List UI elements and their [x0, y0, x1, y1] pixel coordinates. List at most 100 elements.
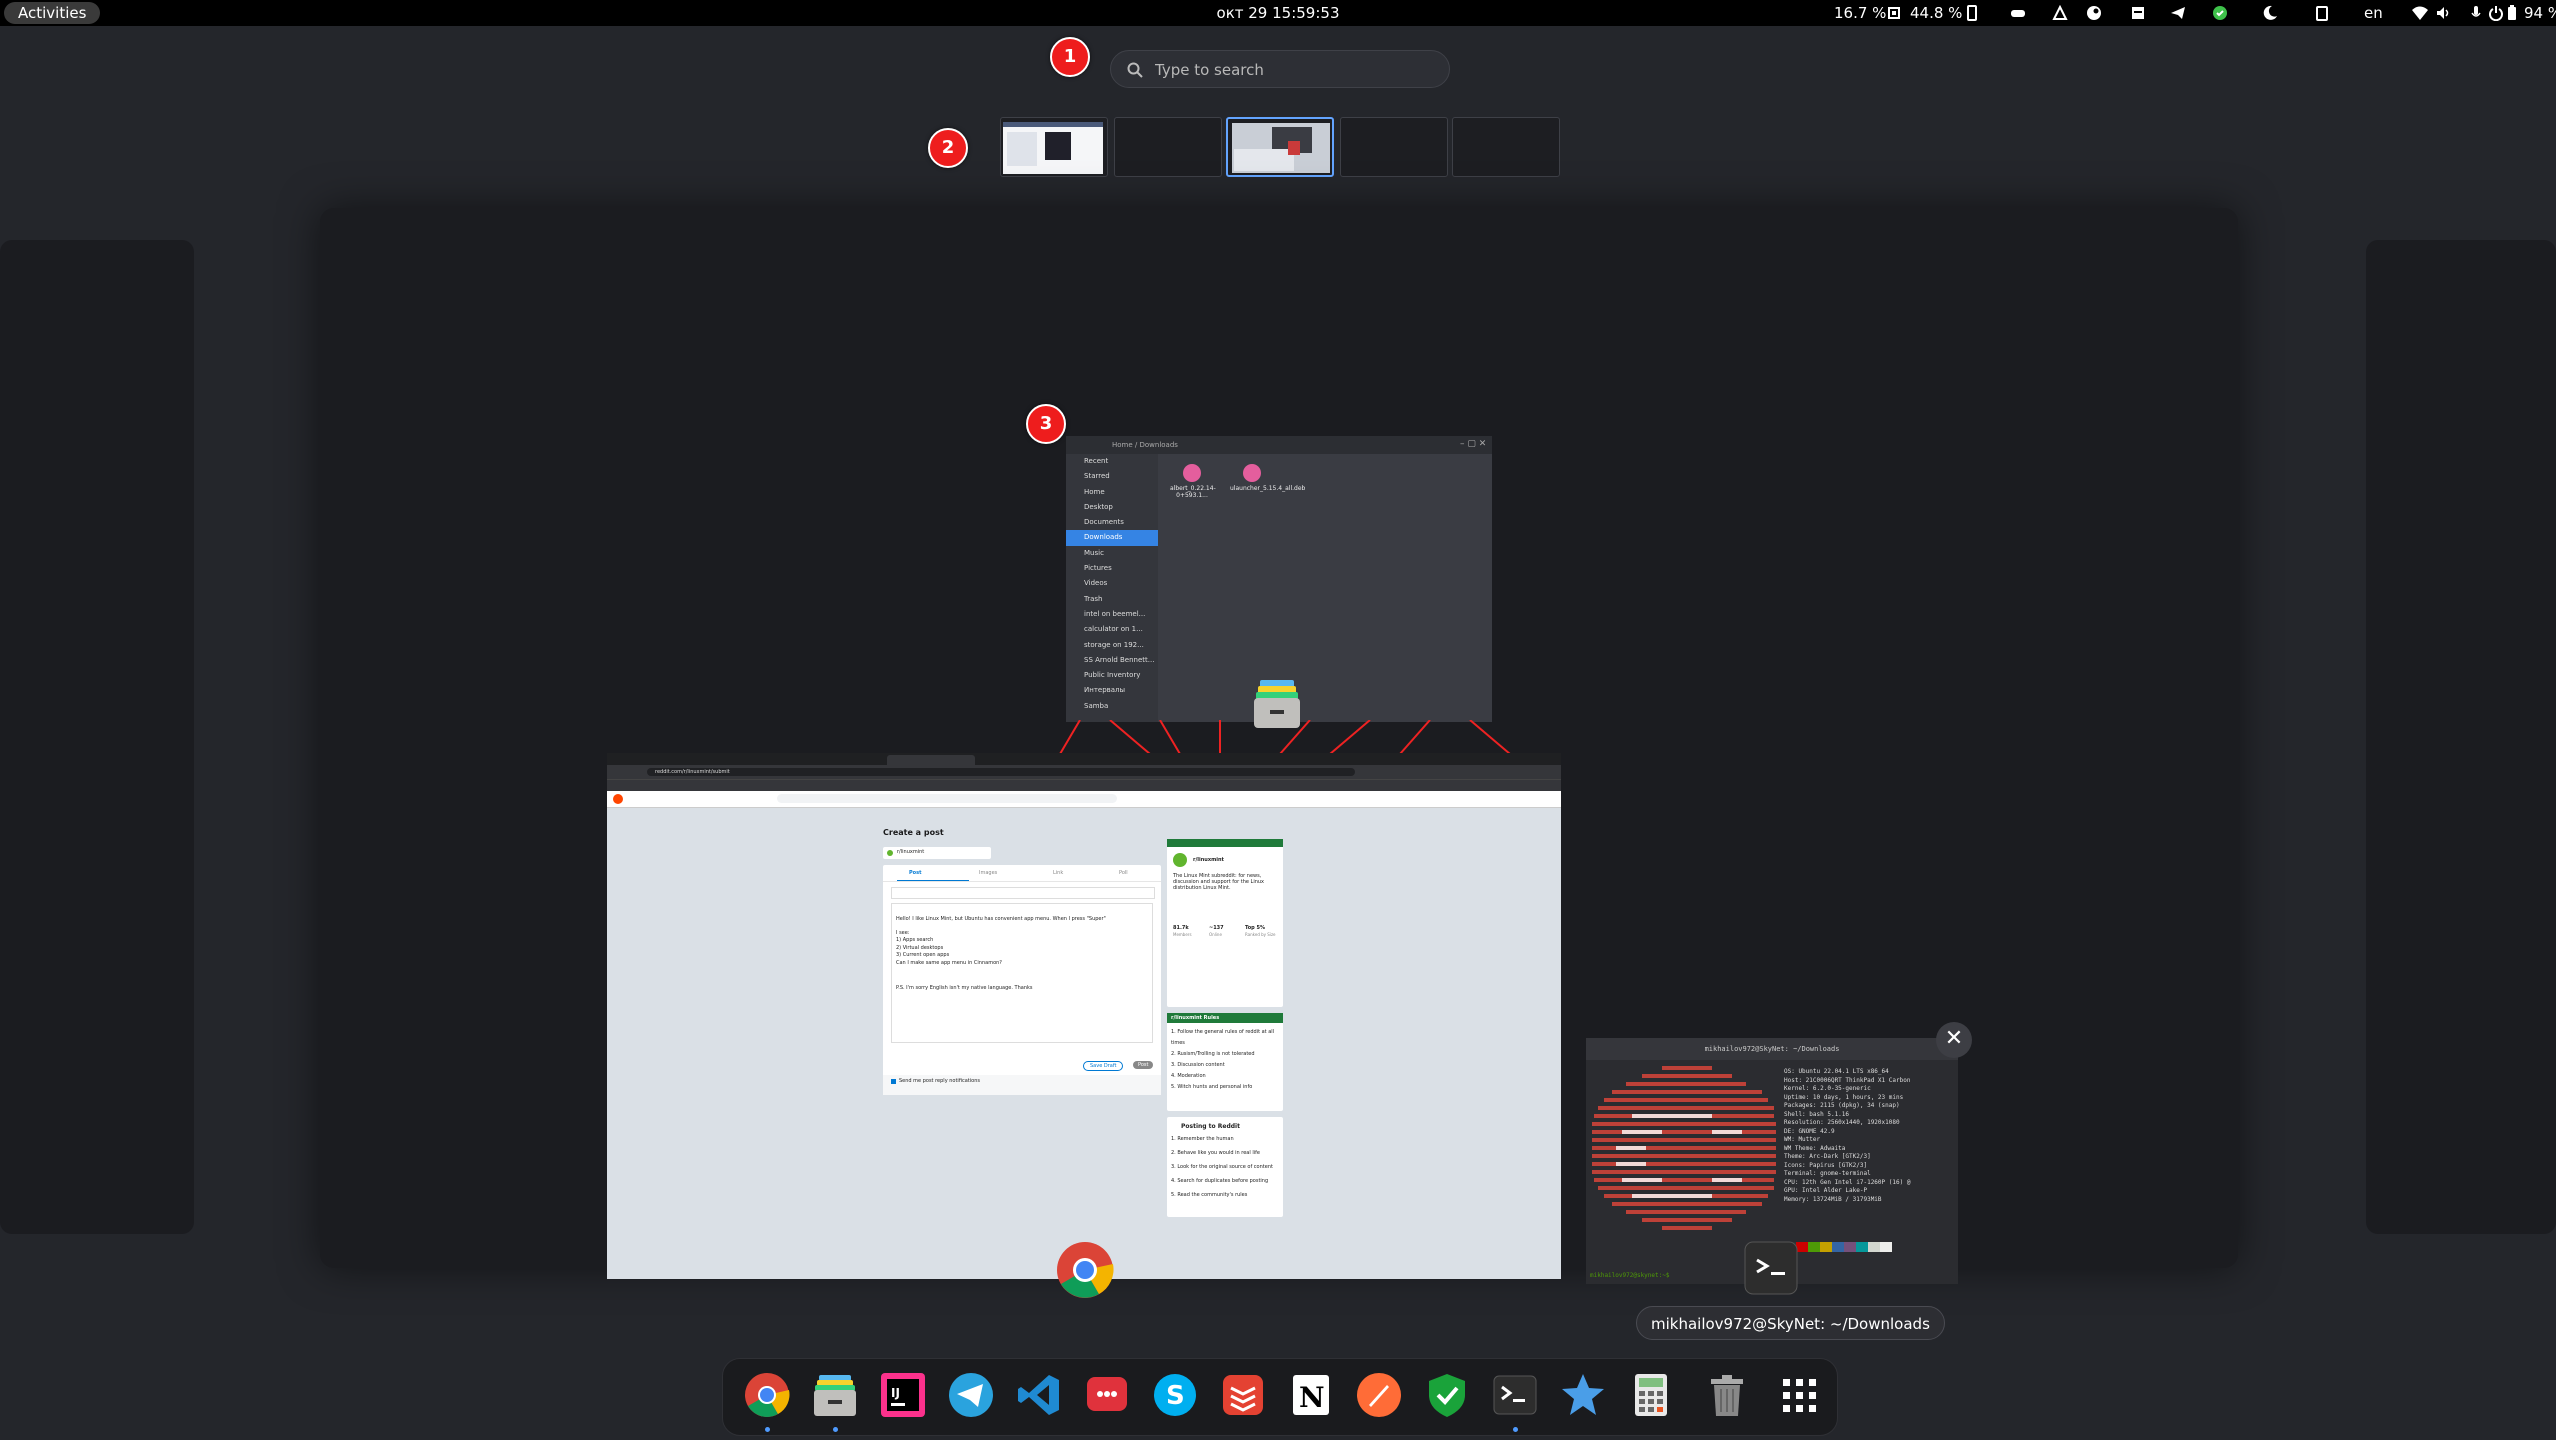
power-icon[interactable] — [2488, 5, 2504, 21]
chrome-app-icon[interactable] — [1055, 1240, 1115, 1300]
shield-tray-icon[interactable] — [2212, 5, 2228, 21]
chat-app-icon[interactable] — [1083, 1371, 1131, 1419]
notion-icon[interactable]: N — [1287, 1371, 1335, 1419]
keyboard-layout[interactable]: en — [2364, 4, 2383, 22]
info-line: Theme: Arc-Dark [GTK2/3] — [1784, 1153, 1871, 1160]
chrome-tab-strip[interactable] — [607, 753, 1561, 765]
sidebar-item[interactable]: Recent — [1066, 454, 1158, 469]
files-window-controls[interactable]: – ▢ ✕ — [1460, 439, 1486, 449]
telegram-icon[interactable] — [947, 1371, 995, 1419]
title-input[interactable] — [891, 887, 1155, 899]
file-item[interactable]: albert_0.22.14-0+593.1... — [1170, 464, 1216, 499]
sidebar-item[interactable]: Trash — [1066, 592, 1158, 607]
search-box[interactable] — [1110, 50, 1450, 89]
sidebar-item[interactable]: Pictures — [1066, 561, 1158, 576]
shield-icon[interactable] — [1423, 1371, 1471, 1419]
microphone-icon[interactable] — [2468, 5, 2484, 21]
notify-label: Send me post reply notifications — [899, 1078, 980, 1084]
community-select[interactable]: r/linuxmint — [883, 847, 991, 859]
trash-icon[interactable] — [1703, 1371, 1751, 1419]
telegram-tray-icon[interactable] — [2170, 5, 2186, 21]
rule-item[interactable]: 4. Moderation — [1171, 1071, 1279, 1082]
posting-rule: 3. Look for the original source of conte… — [1171, 1164, 1273, 1170]
top-bar: Activities окт 29 15:59:53 16.7 % 44.8 %… — [0, 0, 2556, 26]
clipboard-icon[interactable] — [2314, 5, 2330, 21]
workspace-thumbnail-1[interactable] — [1000, 117, 1108, 177]
app-grid-icon[interactable] — [1775, 1371, 1823, 1419]
files-icon[interactable] — [811, 1371, 859, 1419]
steam-icon[interactable] — [2086, 5, 2102, 21]
tab-images[interactable]: Images — [979, 870, 997, 876]
postman-icon[interactable] — [1355, 1371, 1403, 1419]
sidebar-item[interactable]: Интервалы — [1066, 683, 1158, 698]
save-draft-button[interactable]: Save Draft — [1083, 1061, 1124, 1071]
sidebar-item[interactable]: Music — [1066, 546, 1158, 561]
info-line: Packages: 2115 (dpkg), 34 (snap) — [1784, 1102, 1900, 1109]
sidebar-item[interactable]: Starred — [1066, 469, 1158, 484]
chrome-window[interactable]: reddit.com/r/linuxmint/submit Create a p… — [607, 753, 1561, 1279]
sidebar-item[interactable]: Public Inventory — [1066, 668, 1158, 683]
sidebar-item[interactable]: Samba — [1066, 699, 1158, 714]
network-share-icon[interactable] — [2052, 5, 2068, 21]
calculator-icon[interactable] — [1627, 1371, 1675, 1419]
reddit-search[interactable] — [777, 794, 1117, 803]
rule-item[interactable]: 2. Rusism/Trolling is not tolerated — [1171, 1049, 1279, 1060]
terminal-app-icon[interactable] — [1743, 1240, 1799, 1296]
notify-checkbox[interactable] — [891, 1079, 896, 1084]
close-window-button[interactable]: ✕ — [1936, 1022, 1972, 1058]
sidebar-item[interactable]: Documents — [1066, 515, 1158, 530]
battery-percent[interactable]: 94 % — [2524, 4, 2556, 22]
volume-icon[interactable] — [2436, 5, 2452, 21]
body-line: 2) Virtual desktops — [896, 944, 944, 951]
starred-app-icon[interactable] — [1559, 1371, 1607, 1419]
todoist-icon[interactable] — [1219, 1371, 1267, 1419]
next-workspace[interactable] — [2366, 240, 2556, 1234]
sidebar-item[interactable]: Home — [1066, 485, 1158, 500]
chrome-icon[interactable] — [743, 1371, 791, 1419]
rule-item[interactable]: 1. Follow the general rules of reddit at… — [1171, 1027, 1279, 1049]
post-button[interactable]: Post — [1133, 1061, 1154, 1069]
workspace-thumbnail-2[interactable] — [1114, 117, 1222, 177]
memory-usage[interactable]: 44.8 % — [1910, 4, 1962, 22]
workspace-thumbnail-3[interactable] — [1226, 117, 1334, 177]
sidebar-item-downloads[interactable]: Downloads — [1066, 530, 1158, 546]
sidebar-item[interactable]: Desktop — [1066, 500, 1158, 515]
workspace-thumbnail-4[interactable] — [1340, 117, 1448, 177]
address-bar[interactable]: reddit.com/r/linuxmint/submit — [647, 768, 1355, 776]
clock[interactable]: окт 29 15:59:53 — [1217, 4, 1340, 22]
rules-title: r/linuxmint Rules — [1167, 1013, 1283, 1023]
sidebar-item[interactable]: Videos — [1066, 576, 1158, 591]
file-item[interactable]: ulauncher_5.15.4_all.deb — [1230, 464, 1305, 492]
search-input[interactable] — [1153, 51, 1437, 89]
gamepad-icon[interactable] — [2010, 5, 2026, 21]
tab-link[interactable]: Link — [1053, 870, 1063, 876]
sidebar-item[interactable]: SS Arnold Bennett... — [1066, 653, 1158, 668]
vscode-icon[interactable] — [1015, 1371, 1063, 1419]
skype-icon[interactable]: S — [1151, 1371, 1199, 1419]
wifi-icon[interactable] — [2412, 5, 2428, 21]
notes-icon[interactable] — [2130, 5, 2146, 21]
intellij-idea-icon[interactable]: IJ — [879, 1371, 927, 1419]
sidebar-description: The Linux Mint subreddit: for news, disc… — [1173, 873, 1265, 891]
terminal-prompt[interactable]: mikhailov972@skynet:~$ — [1590, 1272, 1669, 1279]
tab-post[interactable]: Post — [909, 870, 921, 876]
previous-workspace[interactable] — [0, 240, 194, 1234]
sidebar-item[interactable]: intel on beemel... — [1066, 607, 1158, 622]
body-line: 3) Current open apps — [896, 952, 950, 958]
rule-item[interactable]: 3. Discussion content — [1171, 1060, 1279, 1071]
night-light-icon[interactable] — [2262, 5, 2278, 21]
sidebar-item[interactable]: storage on 192... — [1066, 638, 1158, 653]
reddit-logo-icon[interactable] — [613, 794, 623, 804]
workspace-thumbnail-5[interactable] — [1452, 117, 1560, 177]
terminal-icon[interactable] — [1491, 1371, 1539, 1419]
body-editor[interactable]: Hello! I like Linux Mint, but Ubuntu has… — [891, 903, 1153, 1043]
posting-rule: 4. Search for duplicates before posting — [1171, 1178, 1269, 1184]
activities-button[interactable]: Activities — [4, 2, 101, 24]
cpu-usage[interactable]: 16.7 % — [1834, 4, 1886, 22]
tab-poll[interactable]: Poll — [1119, 870, 1128, 876]
sidebar-item[interactable]: calculator on 1... — [1066, 622, 1158, 637]
files-app-icon[interactable] — [1250, 678, 1304, 732]
terminal-title: mikhailov972@SkyNet: ~/Downloads — [1704, 1045, 1840, 1053]
rule-item[interactable]: 5. Witch hunts and personal info — [1171, 1082, 1279, 1093]
battery-icon[interactable] — [2504, 5, 2520, 21]
